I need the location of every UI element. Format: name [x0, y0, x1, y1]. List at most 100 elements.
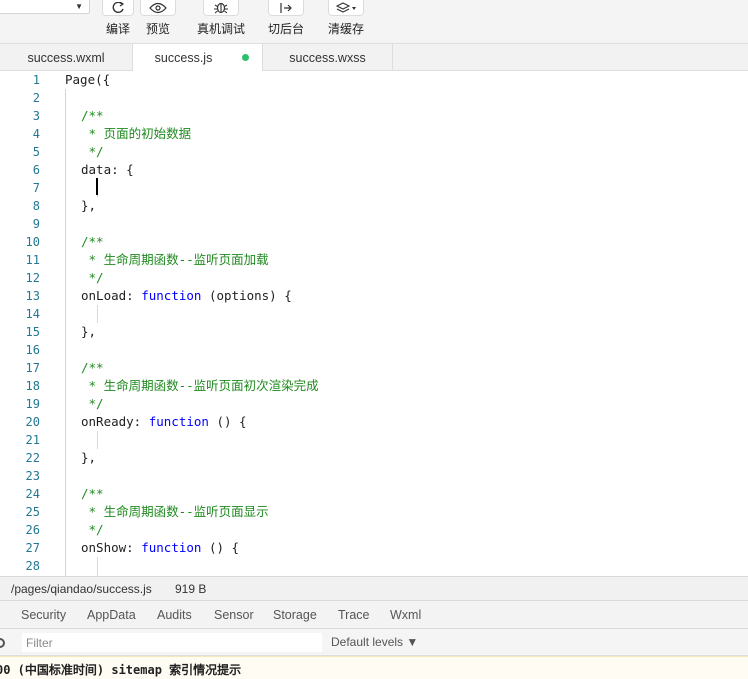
default-levels-dropdown[interactable]: Default levels ▼	[331, 635, 418, 649]
comment-token: /**	[81, 486, 104, 501]
line-number: 9	[32, 217, 40, 231]
preview-button[interactable]: 预览	[140, 0, 176, 44]
code-line[interactable]: 25 * 生命周期函数--监听页面显示	[0, 503, 748, 521]
switch-background-label: 切后台	[267, 22, 304, 36]
code-line[interactable]: 17 /**	[0, 359, 748, 377]
comment-token: * 生命周期函数--监听页面显示	[81, 504, 269, 519]
comment-token: /**	[81, 360, 104, 375]
code-line[interactable]: 18 * 生命周期函数--监听页面初次渲染完成	[0, 377, 748, 395]
code-line[interactable]: 21	[0, 431, 748, 449]
code-text: /**	[81, 107, 104, 125]
tab-trace[interactable]: Trace	[338, 608, 370, 622]
code-text: /**	[81, 485, 104, 503]
line-number: 12	[25, 271, 40, 285]
layers-icon	[328, 0, 364, 16]
tab-audits[interactable]: Audits	[157, 608, 192, 622]
code-text: */	[81, 521, 104, 539]
line-number: 15	[25, 325, 40, 339]
remote-debug-label: 真机调试	[196, 22, 245, 36]
refresh-icon	[102, 0, 134, 16]
code-line[interactable]: 13 onLoad: function (options) {	[0, 287, 748, 305]
keyword-token: function	[141, 540, 202, 555]
caret-down-icon: ▼	[75, 2, 83, 11]
code-line[interactable]: 15},	[0, 323, 748, 341]
clear-cache-label: 清缓存	[327, 22, 364, 36]
line-number: 25	[25, 505, 40, 519]
modified-dot-icon	[242, 54, 249, 61]
tab-security[interactable]: Security	[21, 608, 66, 622]
clear-console-icon[interactable]	[0, 638, 5, 648]
code-line[interactable]: 23	[0, 467, 748, 485]
comment-token: */	[81, 522, 104, 537]
code-line[interactable]: 12 */	[0, 269, 748, 287]
code-token: onShow:	[81, 540, 142, 555]
code-line[interactable]: 8},	[0, 197, 748, 215]
keyword-token: function	[148, 414, 209, 429]
comment-token: */	[81, 396, 104, 411]
code-text: * 生命周期函数--监听页面初次渲染完成	[81, 377, 319, 395]
line-number: 19	[25, 397, 40, 411]
code-line[interactable]: 19 */	[0, 395, 748, 413]
code-text: onLoad: function (options) {	[81, 287, 292, 305]
code-line[interactable]: 4 * 页面的初始数据	[0, 125, 748, 143]
line-number: 3	[32, 109, 40, 123]
code-line[interactable]: 24 /**	[0, 485, 748, 503]
tab-success-wxss[interactable]: success.wxss	[263, 44, 393, 71]
line-number: 4	[32, 127, 40, 141]
code-line[interactable]: 7	[0, 179, 748, 197]
code-line[interactable]: 9	[0, 215, 748, 233]
code-editor[interactable]: 1 Page({2 3/** 4 * 页面的初始数据 5 */6 data: {7 8}, 9…	[0, 71, 748, 576]
tab-appdata[interactable]: AppData	[87, 608, 136, 622]
code-line[interactable]: 6 data: {	[0, 161, 748, 179]
code-line[interactable]: 16	[0, 341, 748, 359]
comment-token: */	[81, 144, 104, 159]
code-line[interactable]: 27 onShow: function () {	[0, 539, 748, 557]
line-number: 1	[32, 73, 40, 87]
filter-input[interactable]	[22, 633, 322, 652]
code-line[interactable]: 5 */	[0, 143, 748, 161]
code-line[interactable]: 1 Page({	[0, 71, 748, 89]
tab-success-js[interactable]: success.js	[133, 44, 263, 72]
line-number: 18	[25, 379, 40, 393]
tab-label: success.js	[154, 51, 213, 65]
line-number: 17	[25, 361, 40, 375]
editor-tabs: success.wxml success.js success.wxss	[0, 44, 748, 72]
comment-token: * 生命周期函数--监听页面加载	[81, 252, 269, 267]
code-line[interactable]: 11 * 生命周期函数--监听页面加载	[0, 251, 748, 269]
line-number: 26	[25, 523, 40, 537]
code-token: onLoad:	[81, 288, 142, 303]
tab-label: success.wxss	[289, 50, 366, 65]
tab-sensor[interactable]: Sensor	[214, 608, 254, 622]
file-path: /pages/qiandao/success.js	[11, 582, 152, 596]
comment-token: * 生命周期函数--监听页面初次渲染完成	[81, 378, 319, 393]
code-line[interactable]: 20 onReady: function () {	[0, 413, 748, 431]
tab-wxml[interactable]: Wxml	[390, 608, 421, 622]
line-number: 23	[25, 469, 40, 483]
clear-cache-button[interactable]: 清缓存	[326, 0, 366, 44]
code-line[interactable]: 22},	[0, 449, 748, 467]
line-number: 11	[25, 253, 40, 267]
line-number: 27	[25, 541, 40, 555]
code-line[interactable]: 3 /**	[0, 107, 748, 125]
code-line[interactable]: 14	[0, 305, 748, 323]
code-line[interactable]: 10 /**	[0, 233, 748, 251]
code-line[interactable]: 2	[0, 89, 748, 107]
line-number: 10	[25, 235, 40, 249]
code-text: */	[81, 143, 104, 161]
code-line[interactable]: 26 */	[0, 521, 748, 539]
tab-success-wxml[interactable]: success.wxml	[0, 44, 133, 71]
mode-dropdown[interactable]: ▼	[0, 0, 90, 14]
remote-debug-button[interactable]: 真机调试	[196, 0, 246, 44]
compile-button[interactable]: 编译	[102, 0, 134, 44]
code-text: * 页面的初始数据	[81, 125, 192, 143]
comment-token: * 页面的初始数据	[81, 126, 192, 141]
keyword-token: function	[141, 288, 202, 303]
code-line[interactable]: 28	[0, 557, 748, 575]
switch-background-button[interactable]: 切后台	[266, 0, 306, 44]
code-token: },	[81, 198, 97, 213]
line-number: 8	[32, 199, 40, 213]
tab-storage[interactable]: Storage	[273, 608, 317, 622]
code-text: },	[81, 323, 96, 341]
code-text: onShow: function () {	[81, 539, 239, 557]
code-text: data: {	[81, 161, 134, 179]
